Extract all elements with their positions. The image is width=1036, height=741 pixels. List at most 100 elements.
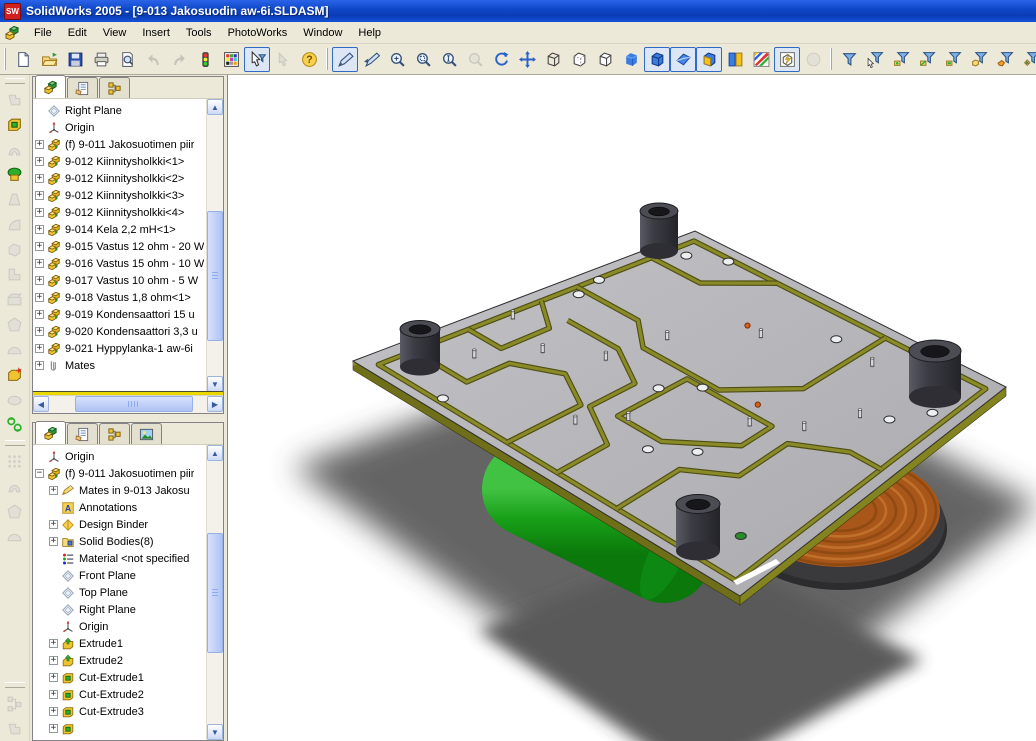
revolved-boss-button[interactable] — [1, 137, 28, 162]
toolbar-grip[interactable] — [5, 682, 25, 688]
rib-button[interactable] — [1, 287, 28, 312]
tab-photoworks-manager[interactable] — [131, 423, 162, 444]
revolved-cut-button[interactable] — [1, 162, 28, 187]
tab-featuremanager[interactable] — [35, 75, 66, 98]
expand-box[interactable]: + — [35, 259, 44, 268]
lofted-boss-button[interactable] — [1, 212, 28, 237]
horizontal-scrollbar[interactable]: ◀ ▶ — [33, 395, 223, 413]
print-preview-button[interactable] — [114, 47, 140, 72]
tree-item[interactable]: Origin — [33, 119, 207, 136]
shaded-button[interactable] — [618, 47, 644, 72]
tab-propertymanager[interactable] — [67, 77, 98, 98]
tree-item[interactable]: −(f) 9-011 Jakosuotimen piir — [33, 465, 207, 482]
filter-solid-bodies-button[interactable] — [966, 47, 992, 72]
shell-button[interactable] — [1, 312, 28, 337]
previous-view-button[interactable] — [358, 47, 384, 72]
menu-item-edit[interactable]: Edit — [60, 24, 95, 42]
assembly-transparency-button[interactable] — [696, 47, 722, 72]
feature-hierarchy-tool-button[interactable] — [1, 691, 28, 716]
filter-toggle-button[interactable] — [836, 47, 862, 72]
zoom-to-selection-button[interactable] — [436, 47, 462, 72]
tree-item[interactable]: +9-017 Vastus 10 ohm - 5 W — [33, 272, 207, 289]
new-document-button[interactable] — [10, 47, 36, 72]
scroll-down-button[interactable]: ▼ — [207, 376, 223, 392]
vertical-scrollbar[interactable]: ▲ ▼ — [206, 445, 223, 740]
expand-box[interactable]: + — [35, 276, 44, 285]
expand-box[interactable]: + — [35, 225, 44, 234]
toolbar-grip[interactable] — [4, 48, 6, 70]
expand-box[interactable]: + — [35, 174, 44, 183]
menu-item-photoworks[interactable]: PhotoWorks — [220, 24, 296, 42]
shaded-with-edges-button[interactable] — [644, 47, 670, 72]
expand-box[interactable]: + — [49, 537, 58, 546]
print-button[interactable] — [88, 47, 114, 72]
toolbar-grip[interactable] — [830, 48, 832, 70]
menu-item-view[interactable]: View — [95, 24, 135, 42]
circular-pattern-button[interactable] — [1, 474, 28, 499]
hidden-lines-visible-button[interactable] — [566, 47, 592, 72]
tree-item[interactable]: +9-012 Kiinnitysholkki<1> — [33, 153, 207, 170]
tree-item[interactable]: + — [33, 720, 207, 737]
tab-propertymanager[interactable] — [67, 423, 98, 444]
toolbar-grip[interactable] — [5, 78, 25, 84]
filter-clear-all-button[interactable] — [862, 47, 888, 72]
expand-box[interactable]: + — [35, 361, 44, 370]
expand-box[interactable]: + — [35, 242, 44, 251]
tree-item[interactable]: +9-012 Kiinnitysholkki<4> — [33, 204, 207, 221]
tree-item[interactable]: Origin — [33, 618, 207, 635]
expand-box[interactable]: + — [49, 520, 58, 529]
tree-item[interactable]: Material <not specified — [33, 550, 207, 567]
tree-item[interactable]: +Mates — [33, 357, 207, 374]
tab-configurationmanager[interactable] — [99, 423, 130, 444]
expand-box[interactable]: + — [49, 707, 58, 716]
expand-box[interactable]: + — [35, 327, 44, 336]
expand-box[interactable]: + — [49, 690, 58, 699]
expand-box[interactable]: + — [49, 639, 58, 648]
tree-item[interactable]: +Extrude2 — [33, 652, 207, 669]
tree-item[interactable]: +9-012 Kiinnitysholkki<3> — [33, 187, 207, 204]
expand-box[interactable]: + — [49, 656, 58, 665]
expand-box[interactable]: + — [35, 310, 44, 319]
rotate-view-button[interactable] — [488, 47, 514, 72]
scroll-up-button[interactable]: ▲ — [207, 445, 223, 461]
hidden-lines-removed-button[interactable] — [592, 47, 618, 72]
scroll-left-button[interactable]: ◀ — [33, 396, 49, 412]
save-button[interactable] — [62, 47, 88, 72]
tree-item[interactable]: +(f) 9-011 Jakosuotimen piir — [33, 136, 207, 153]
move-copy-bodies-button[interactable] — [1, 412, 28, 437]
view-orientation-button[interactable] — [332, 47, 358, 72]
chamfer-button[interactable] — [1, 262, 28, 287]
realview-graphics-button[interactable] — [774, 47, 800, 72]
collapse-box[interactable]: − — [35, 469, 44, 478]
tree-item[interactable]: +9-014 Kela 2,2 mH<1> — [33, 221, 207, 238]
open-document-button[interactable] — [36, 47, 62, 72]
menu-item-tools[interactable]: Tools — [178, 24, 220, 42]
scroll-down-button[interactable]: ▼ — [207, 724, 223, 740]
linear-pattern-button[interactable] — [1, 449, 28, 474]
hscroll-thumb[interactable] — [75, 396, 193, 412]
tab-featuremanager[interactable] — [35, 421, 66, 444]
tree-item[interactable]: +Design Binder — [33, 516, 207, 533]
tree-item[interactable]: +Cut-Extrude1 — [33, 669, 207, 686]
menu-item-file[interactable]: File — [26, 24, 60, 42]
draft-button[interactable] — [1, 337, 28, 362]
expand-box[interactable]: + — [35, 208, 44, 217]
edit-color-button[interactable] — [218, 47, 244, 72]
expand-box[interactable]: + — [35, 191, 44, 200]
curve-tool-button[interactable] — [1, 524, 28, 549]
expand-box[interactable]: + — [49, 486, 58, 495]
tree-item[interactable]: +9-012 Kiinnitysholkki<2> — [33, 170, 207, 187]
viewport-3d[interactable] — [227, 75, 1036, 741]
filter-faces-button[interactable] — [940, 47, 966, 72]
tree-item[interactable]: +Cut-Extrude3 — [33, 703, 207, 720]
tab-configurationmanager[interactable] — [99, 77, 130, 98]
expand-box[interactable]: + — [49, 673, 58, 682]
filter-vertices-button[interactable] — [888, 47, 914, 72]
menu-item-help[interactable]: Help — [350, 24, 389, 42]
scroll-up-button[interactable]: ▲ — [207, 99, 223, 115]
swept-boss-button[interactable] — [1, 187, 28, 212]
toolbar-grip[interactable] — [326, 48, 328, 70]
filter-surface-bodies-button[interactable] — [992, 47, 1018, 72]
scroll-thumb[interactable] — [207, 533, 223, 653]
extruded-cut-button[interactable] — [1, 112, 28, 137]
